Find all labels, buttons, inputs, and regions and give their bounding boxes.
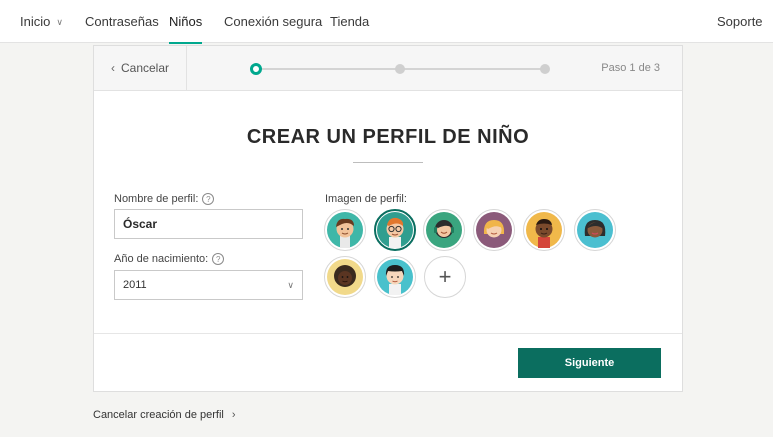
nav-item-soporte[interactable]: Soporte bbox=[717, 0, 763, 43]
avatar-option[interactable] bbox=[423, 209, 465, 251]
step-connector bbox=[262, 68, 400, 70]
avatar-boy-dark-skin-icon bbox=[526, 212, 562, 248]
avatar-boy-glasses-icon bbox=[377, 212, 413, 248]
help-icon[interactable]: ? bbox=[202, 193, 215, 205]
chevron-down-icon: ∨ bbox=[287, 279, 294, 290]
chevron-down-icon: ∨ bbox=[56, 17, 63, 27]
avatar-option[interactable] bbox=[473, 209, 515, 251]
nav-item-label: Conexión segura bbox=[224, 14, 323, 29]
footer-divider bbox=[94, 333, 682, 334]
avatar-option-selected[interactable] bbox=[374, 209, 416, 251]
avatar-option[interactable] bbox=[523, 209, 565, 251]
title-divider bbox=[353, 162, 423, 163]
nav-item-contrasenas[interactable]: Contraseñas bbox=[85, 0, 159, 43]
create-profile-card: ‹ Cancelar Paso 1 de 3 CREAR UN PERFIL D… bbox=[93, 45, 683, 392]
step-indicator-current bbox=[250, 63, 262, 75]
avatar-option[interactable] bbox=[374, 256, 416, 298]
avatar-boy-black-hair-icon bbox=[377, 259, 413, 295]
nav-item-label: Contraseñas bbox=[85, 14, 159, 29]
nav-item-label: Niños bbox=[169, 14, 203, 29]
avatar-girl-curly-hair-icon bbox=[327, 259, 363, 295]
birth-year-label: Año de nacimiento: ? bbox=[114, 253, 225, 265]
cancel-profile-label: Cancelar creación de perfil bbox=[93, 409, 224, 421]
birth-year-value: 2011 bbox=[123, 279, 147, 291]
chevron-right-icon: › bbox=[231, 409, 236, 421]
profile-name-label-text: Nombre de perfil: bbox=[114, 193, 199, 205]
step-indicator bbox=[540, 64, 550, 74]
avatar-boy-brown-hair-icon bbox=[327, 212, 363, 248]
nav-item-inicio[interactable]: Inicio ∨ bbox=[20, 0, 63, 43]
profile-name-input[interactable]: Óscar bbox=[114, 209, 303, 239]
birth-year-label-text: Año de nacimiento: bbox=[114, 253, 209, 265]
nav-item-tienda[interactable]: Tienda bbox=[330, 0, 369, 43]
avatar-option[interactable] bbox=[324, 209, 366, 251]
help-icon[interactable]: ? bbox=[212, 253, 225, 265]
nav-item-ninos[interactable]: Niños bbox=[169, 0, 203, 44]
page-title: CREAR UN PERFIL DE NIÑO bbox=[246, 126, 530, 148]
profile-name-label: Nombre de perfil: ? bbox=[114, 193, 215, 205]
avatar-girl-headset-icon bbox=[426, 212, 462, 248]
nav-item-label: Tienda bbox=[330, 14, 370, 29]
nav-item-conexion-segura[interactable]: Conexión segura bbox=[224, 0, 322, 43]
cancel-button[interactable]: ‹ Cancelar bbox=[94, 46, 187, 90]
step-indicator bbox=[395, 64, 405, 74]
cancel-profile-link[interactable]: Cancelar creación de perfil › bbox=[93, 409, 236, 421]
stepper-bar: ‹ Cancelar Paso 1 de 3 bbox=[94, 46, 682, 91]
next-button[interactable]: Siguiente bbox=[518, 348, 661, 378]
chevron-left-icon: ‹ bbox=[110, 61, 115, 75]
avatar-option[interactable] bbox=[574, 209, 616, 251]
top-navigation: Inicio ∨ Contraseñas Niños Conexión segu… bbox=[0, 0, 773, 44]
avatar-girl-dark-hair-icon bbox=[577, 212, 613, 248]
add-avatar-button[interactable]: + bbox=[424, 256, 466, 298]
plus-icon: + bbox=[438, 264, 452, 289]
nav-item-label: Inicio bbox=[20, 14, 51, 29]
profile-image-label: Imagen de perfil: bbox=[325, 193, 407, 205]
birth-year-select[interactable]: 2011 ∨ bbox=[114, 270, 303, 300]
avatar-option[interactable] bbox=[324, 256, 366, 298]
nav-item-label: Soporte bbox=[717, 14, 763, 29]
step-counter: Paso 1 de 3 bbox=[601, 62, 660, 74]
avatar-girl-blonde-icon bbox=[476, 212, 512, 248]
step-connector bbox=[400, 68, 544, 70]
cancel-label: Cancelar bbox=[120, 61, 170, 75]
